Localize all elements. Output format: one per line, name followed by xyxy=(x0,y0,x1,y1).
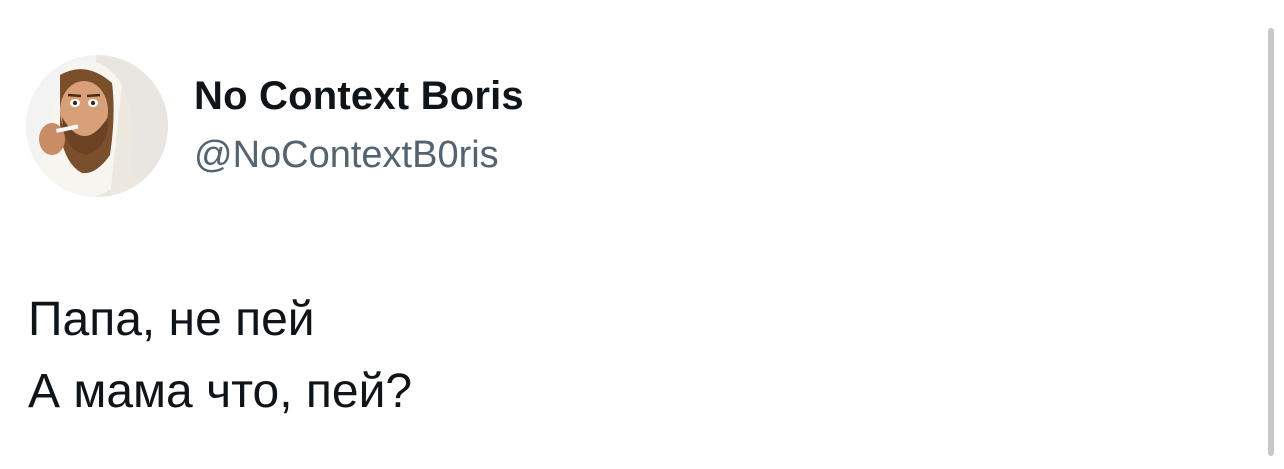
user-handle[interactable]: @NoContextB0ris xyxy=(194,134,499,177)
scrollbar[interactable] xyxy=(1268,28,1276,456)
tweet-text: Папа, не пей А мама что, пей? xyxy=(28,284,412,428)
display-name[interactable]: No Context Boris xyxy=(194,74,524,119)
tweet-text-line: А мама что, пей? xyxy=(28,365,413,418)
scrollbar-thumb[interactable] xyxy=(1268,28,1274,456)
tweet-card: No Context Boris @NoContextB0ris Папа, н… xyxy=(0,0,1284,469)
avatar-image xyxy=(26,55,168,197)
tweet-text-line: Папа, не пей xyxy=(28,293,315,346)
avatar[interactable] xyxy=(26,55,168,197)
